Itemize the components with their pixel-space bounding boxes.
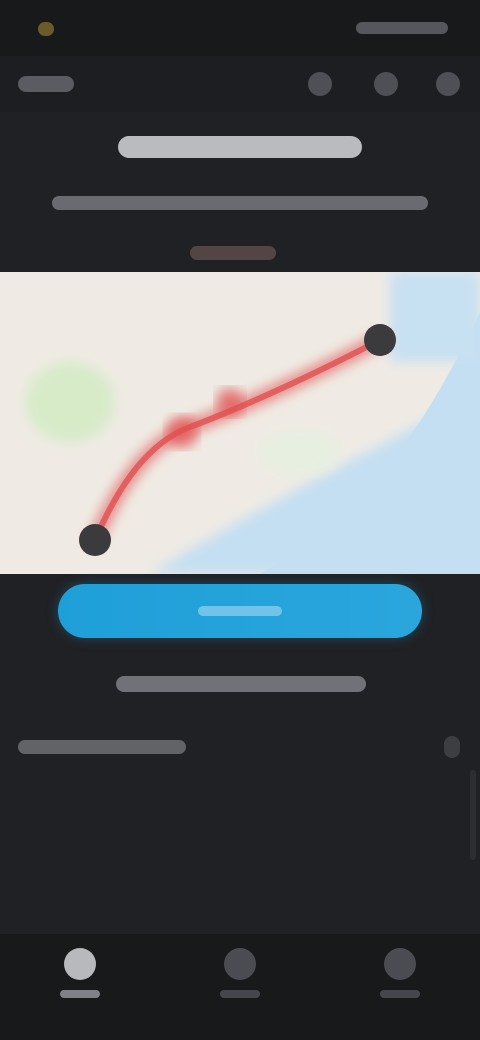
route-tag [190,246,276,260]
map-park [25,362,115,442]
home-icon [64,948,96,980]
page-subtitle [52,196,428,210]
map-route-highlight-2 [216,388,244,416]
nav-item-explore-label [220,990,260,998]
secondary-action-link[interactable] [116,676,366,692]
status-notification-icon [38,22,54,36]
primary-action-button[interactable] [58,584,422,638]
profile-icon [384,948,416,980]
map-water-corner [390,272,480,362]
end-pin-icon[interactable] [364,324,396,356]
section-header[interactable] [18,740,186,754]
filter-icon[interactable] [308,72,332,96]
nav-item-profile[interactable] [360,942,440,1012]
status-icons [356,22,448,34]
scroll-indicator [470,770,476,860]
more-icon[interactable] [436,72,460,96]
chevron-right-icon[interactable] [444,736,460,758]
status-bar [0,0,480,56]
nav-item-home-label [60,990,100,998]
nav-item-profile-label [380,990,420,998]
page-title [118,136,362,158]
map-park-2 [260,430,340,474]
nav-item-home[interactable] [40,942,120,1012]
share-icon[interactable] [374,72,398,96]
back-button[interactable] [18,76,74,92]
primary-action-label [198,606,282,616]
app-screen [0,0,480,1040]
map-route-highlight [166,416,198,448]
route-map-canvas [0,272,480,574]
explore-icon [224,948,256,980]
route-map[interactable] [0,272,480,574]
nav-item-explore[interactable] [200,942,280,1012]
start-pin-icon[interactable] [79,524,111,556]
